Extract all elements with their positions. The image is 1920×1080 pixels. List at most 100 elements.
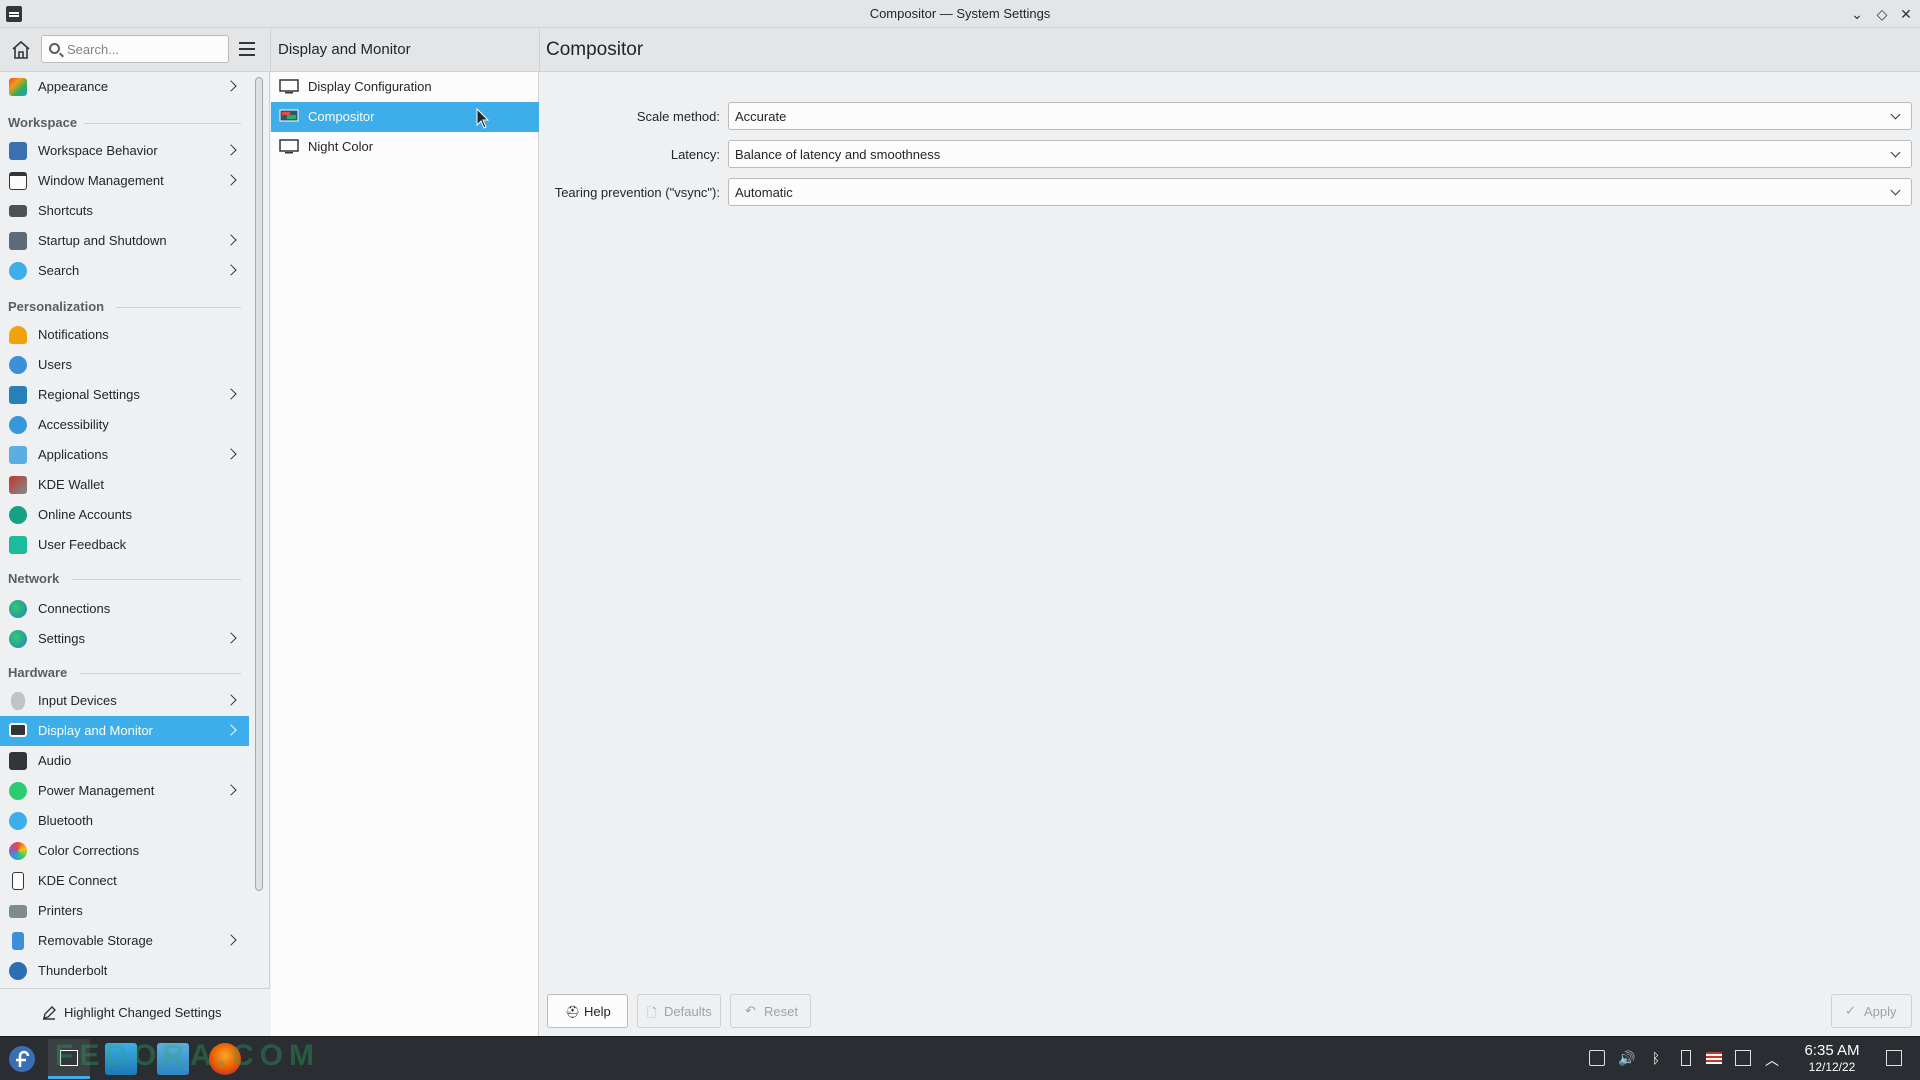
sidebar-item-display-and-monitor[interactable]: Display and Monitor: [0, 716, 249, 746]
show-desktop-icon[interactable]: [1886, 1050, 1902, 1066]
list-item-compositor[interactable]: Compositor: [271, 102, 539, 132]
sidebar-item-users[interactable]: Users: [0, 350, 249, 380]
sidebar-item-connections[interactable]: Connections: [0, 594, 249, 624]
bluetooth-icon: [9, 812, 27, 830]
sidebar-item-power-management[interactable]: Power Management: [0, 776, 249, 806]
section-title: Display and Monitor: [278, 41, 411, 58]
sidebar-item-label: Audio: [38, 753, 72, 768]
list-item-night-color[interactable]: Night Color: [271, 132, 539, 162]
sidebar-item-label: Notifications: [38, 327, 109, 342]
sidebar-item-appearance[interactable]: Appearance: [0, 72, 249, 102]
defaults-button-label: Defaults: [664, 1004, 712, 1019]
monitor-icon: [279, 79, 299, 94]
chevron-up-icon[interactable]: ︿: [1764, 1050, 1780, 1068]
apply-button-label: Apply: [1864, 1004, 1897, 1019]
scale-method-value: Accurate: [735, 109, 787, 124]
list-item-label: Compositor: [308, 109, 375, 124]
section-header-workspace: Workspace: [8, 115, 78, 130]
sidebar-item-printers[interactable]: Printers: [0, 896, 249, 926]
workspace-behavior-icon: [9, 142, 27, 160]
sidebar-item-color-corrections[interactable]: Color Corrections: [0, 836, 249, 866]
chevron-right-icon: [225, 234, 237, 246]
chevron-right-icon: [225, 934, 237, 946]
sidebar-item-kde-connect[interactable]: KDE Connect: [0, 866, 249, 896]
sidebar-item-label: Online Accounts: [38, 507, 132, 522]
fedora-launcher-icon[interactable]: [6, 1043, 38, 1075]
speaker-icon: [9, 752, 27, 770]
sidebar-item-label: Removable Storage: [38, 933, 153, 948]
sidebar-item-bluetooth[interactable]: Bluetooth: [0, 806, 249, 836]
device-icon[interactable]: [1681, 1050, 1691, 1066]
sidebar-item-label: Shortcuts: [38, 203, 93, 218]
reset-button[interactable]: ↶ Reset: [730, 994, 811, 1028]
sidebar-item-label: Bluetooth: [38, 813, 93, 828]
sidebar-item-user-feedback[interactable]: User Feedback: [0, 530, 249, 560]
sidebar-item-input-devices[interactable]: Input Devices: [0, 686, 249, 716]
sidebar-item-applications[interactable]: Applications: [0, 440, 249, 470]
tearing-prevention-dropdown[interactable]: Automatic: [728, 178, 1912, 206]
clock[interactable]: 6:35 AM 12/12/22: [1792, 1042, 1872, 1074]
search-field[interactable]: [41, 35, 229, 63]
maximize-icon[interactable]: ◇: [1872, 4, 1892, 24]
sidebar-item-network-settings[interactable]: Settings: [0, 624, 249, 654]
help-button[interactable]: ⛑ Help: [547, 994, 628, 1028]
hamburger-menu-icon[interactable]: [239, 42, 255, 56]
applications-icon: [9, 446, 27, 464]
divider: [80, 673, 241, 674]
chevron-right-icon: [225, 264, 237, 276]
sidebar-item-label: Window Management: [38, 173, 164, 188]
minimize-icon[interactable]: ⌄: [1847, 4, 1867, 24]
sidebar-item-regional-settings[interactable]: Regional Settings: [0, 380, 249, 410]
highlight-changed-settings-button[interactable]: Highlight Changed Settings: [0, 988, 270, 1036]
keyboard-layout-flag-icon[interactable]: [1706, 1052, 1722, 1064]
bluetooth-icon[interactable]: ᛒ: [1648, 1050, 1664, 1066]
online-accounts-icon: [9, 506, 27, 524]
clipboard-icon[interactable]: [1589, 1050, 1605, 1066]
list-item-label: Display Configuration: [308, 79, 432, 94]
section-header-network: Network: [8, 571, 60, 586]
sidebar-scrollbar[interactable]: [255, 77, 263, 891]
sidebar-item-search[interactable]: Search: [0, 256, 249, 286]
sidebar-item-label: Startup and Shutdown: [38, 233, 167, 248]
window-management-icon: [9, 172, 27, 190]
header-toolbar: Display and Monitor Compositor: [0, 28, 1920, 72]
page-title: Compositor: [546, 39, 644, 60]
sidebar-item-shortcuts[interactable]: Shortcuts: [0, 196, 249, 226]
sidebar-item-accessibility[interactable]: Accessibility: [0, 410, 249, 440]
latency-dropdown[interactable]: Balance of latency and smoothness: [728, 140, 1912, 168]
sidebar-item-startup-and-shutdown[interactable]: Startup and Shutdown: [0, 226, 249, 256]
sidebar-item-removable-storage[interactable]: Removable Storage: [0, 926, 249, 956]
sidebar-item-workspace-behavior[interactable]: Workspace Behavior: [0, 136, 249, 166]
subcategory-list: Display Configuration Compositor Night C…: [271, 72, 539, 1036]
divider: [270, 28, 271, 72]
sidebar-item-thunderbolt[interactable]: Thunderbolt: [0, 956, 249, 986]
network-icon[interactable]: [1735, 1050, 1751, 1066]
mouse-cursor-icon: [476, 108, 490, 129]
scale-method-dropdown[interactable]: Accurate: [728, 102, 1912, 130]
sidebar-item-kde-wallet[interactable]: KDE Wallet: [0, 470, 249, 500]
sidebar-item-window-management[interactable]: Window Management: [0, 166, 249, 196]
chevron-right-icon: [225, 694, 237, 706]
taskbar: FEDORA.COM 🔊 ᛒ ︿ 6:35 AM 12/12/22: [0, 1036, 1920, 1080]
sidebar-item-audio[interactable]: Audio: [0, 746, 249, 776]
tearing-prevention-label: Tearing prevention ("vsync"):: [554, 185, 720, 200]
search-input[interactable]: [67, 40, 222, 58]
feedback-icon: [9, 536, 27, 554]
sidebar-item-label: Accessibility: [38, 417, 109, 432]
apply-button[interactable]: ✓ Apply: [1831, 994, 1912, 1028]
sidebar-item-label: Appearance: [38, 79, 109, 94]
checkmark-icon: ✓: [1845, 1003, 1856, 1018]
volume-icon[interactable]: 🔊: [1618, 1050, 1635, 1066]
sidebar-item-label: Workspace Behavior: [38, 143, 158, 158]
chevron-down-icon: [1890, 185, 1901, 196]
bell-icon: [9, 326, 27, 344]
sidebar-item-online-accounts[interactable]: Online Accounts: [0, 500, 249, 530]
close-icon[interactable]: ✕: [1896, 4, 1916, 24]
home-icon[interactable]: [9, 38, 33, 62]
defaults-button[interactable]: 🗋 Defaults: [637, 994, 721, 1028]
list-item-display-configuration[interactable]: Display Configuration: [271, 72, 539, 102]
sidebar-item-notifications[interactable]: Notifications: [0, 320, 249, 350]
sidebar-item-label: Display and Monitor: [38, 723, 153, 738]
tearing-prevention-value: Automatic: [735, 185, 793, 200]
chevron-down-icon: [1890, 109, 1901, 120]
